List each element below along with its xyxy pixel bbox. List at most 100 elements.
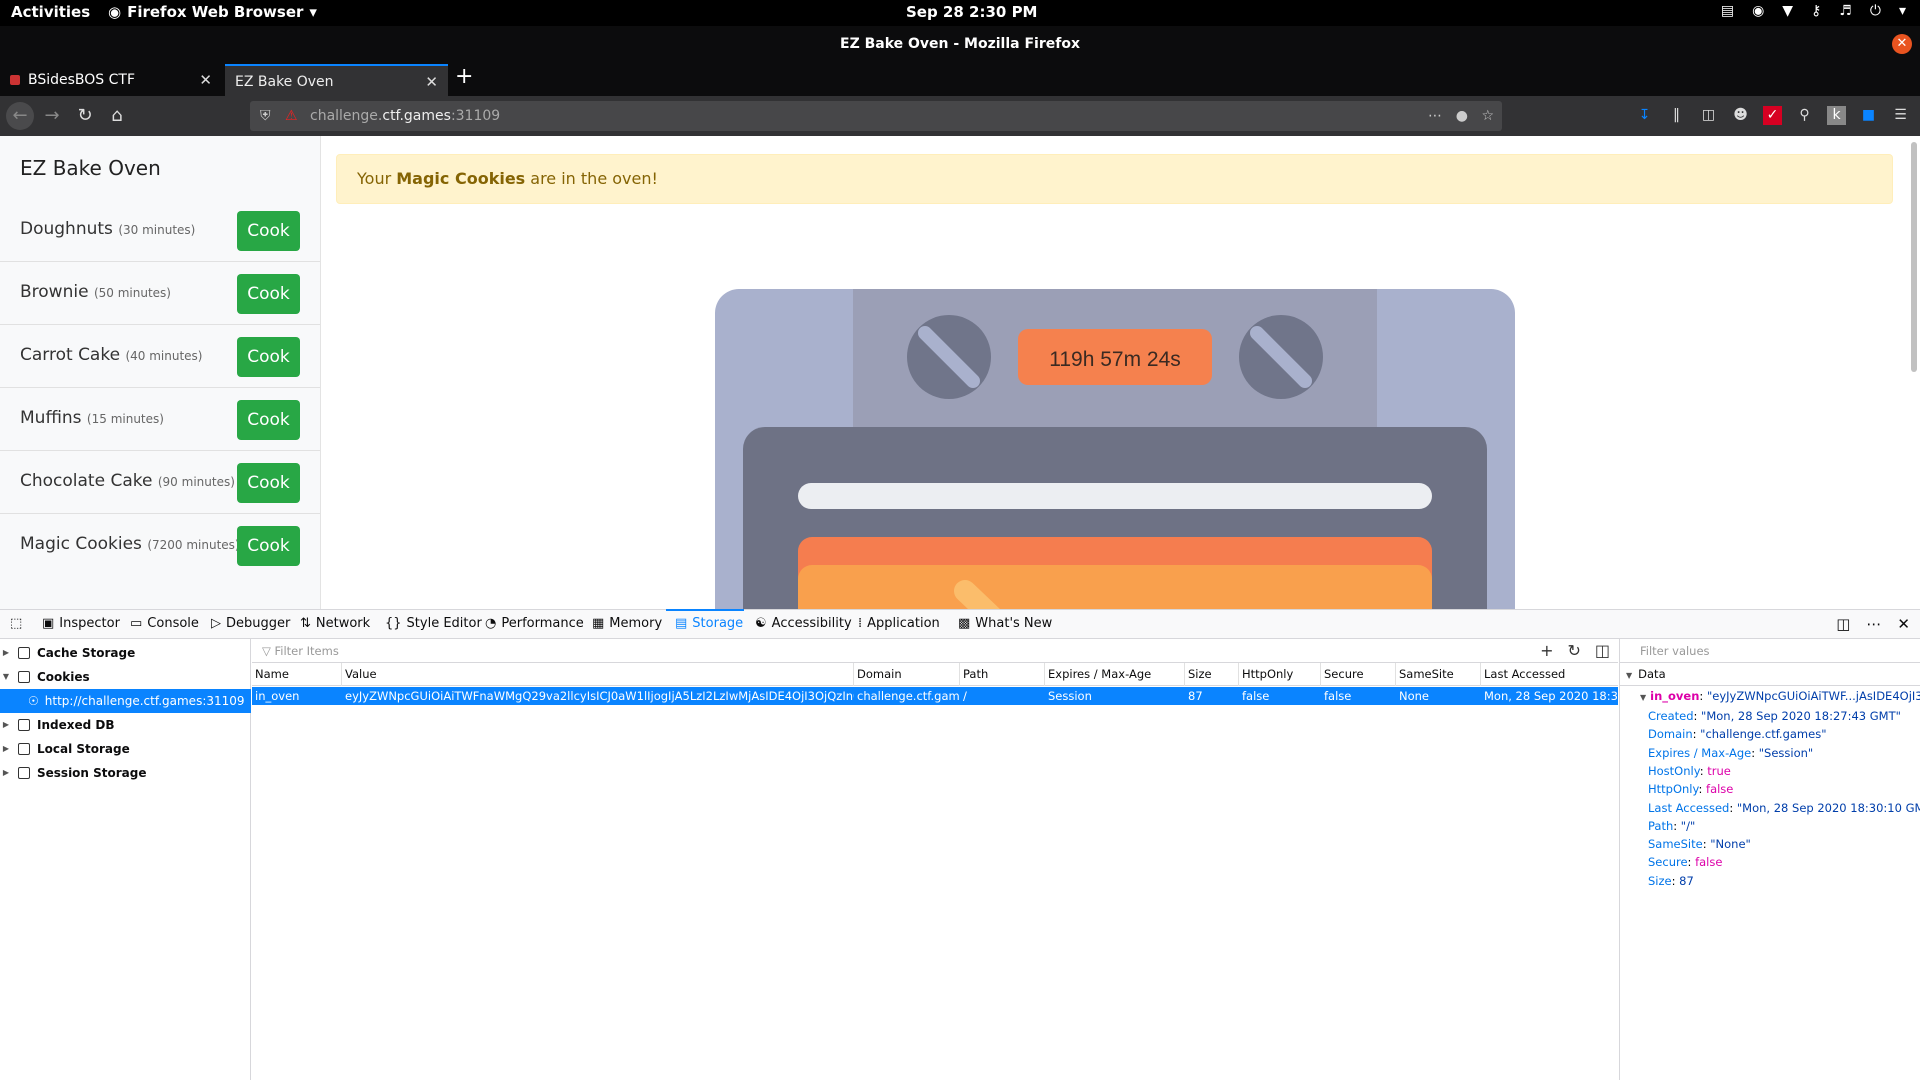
tab-inspector[interactable]: ▣ Inspector (42, 616, 120, 631)
cook-button[interactable]: Cook (237, 526, 300, 566)
cell-expires[interactable]: Session (1045, 687, 1185, 705)
property-row[interactable]: SameSite: "None" (1648, 835, 1751, 853)
downloads-icon[interactable]: ↧ (1635, 106, 1654, 125)
hamburger-menu-icon[interactable]: ☰ (1891, 106, 1910, 125)
url-text[interactable]: challenge.ctf.games:31109 (310, 101, 500, 131)
tab-bsidesbos[interactable]: BSidesBOS CTF ✕ (0, 64, 222, 96)
toggle-sidebar-icon[interactable]: ◫ (1595, 639, 1610, 663)
forward-button[interactable]: → (38, 102, 66, 130)
column-header[interactable]: Secure (1321, 663, 1396, 686)
back-button[interactable]: ← (6, 102, 34, 130)
collapse-arrow-icon[interactable]: ▼ (1640, 693, 1646, 702)
system-tray[interactable]: ▤ ◉ ▼ ⚷ ♬ ⏻ ▾ (1721, 3, 1906, 19)
column-header[interactable]: Path (960, 663, 1045, 686)
column-header[interactable]: Value (342, 663, 854, 686)
column-header[interactable]: Last Accessed (1481, 663, 1618, 686)
root-property[interactable]: ▼ in_oven: "eyJyZWNpcGUiOiAiTWF...jAsIDE4… (1640, 689, 1920, 703)
cook-button[interactable]: Cook (237, 274, 300, 314)
column-header[interactable]: Expires / Max-Age (1045, 663, 1185, 686)
filter-values-input[interactable]: Filter values (1620, 639, 1920, 663)
expand-arrow-icon[interactable]: ▶ (0, 761, 12, 785)
close-tab-icon[interactable]: ✕ (425, 66, 438, 98)
extension-k-icon[interactable]: k (1827, 106, 1846, 125)
tab-style-editor[interactable]: {} Style Editor (385, 616, 482, 631)
activities-button[interactable]: Activities (11, 3, 90, 21)
property-row[interactable]: HttpOnly: false (1648, 780, 1733, 798)
tab-accessibility[interactable]: ☯ Accessibility (755, 616, 852, 631)
dock-icon[interactable]: ◫ (1836, 615, 1850, 633)
column-header[interactable]: Name (252, 663, 342, 686)
page-actions-icon[interactable]: ⋯ (1428, 101, 1442, 131)
collapse-arrow-icon[interactable]: ▼ (1626, 671, 1632, 680)
tree-item-cookie-host[interactable]: ☉ http://challenge.ctf.games:31109 (0, 689, 251, 713)
extension-red-icon[interactable]: ✓ (1763, 106, 1782, 125)
clipboard-icon[interactable]: ▤ (1721, 3, 1734, 19)
property-row[interactable]: Last Accessed: "Mon, 28 Sep 2020 18:30:1… (1648, 799, 1920, 817)
reload-button[interactable]: ↻ (71, 102, 99, 130)
property-row[interactable]: HostOnly: true (1648, 762, 1731, 780)
property-row[interactable]: Created: "Mon, 28 Sep 2020 18:27:43 GMT" (1648, 707, 1901, 725)
extension-badge-icon[interactable]: ■ (1859, 106, 1878, 125)
expand-arrow-icon[interactable]: ▶ (0, 641, 12, 665)
expand-arrow-icon[interactable]: ▶ (0, 713, 12, 737)
bookmark-star-icon[interactable]: ☆ (1481, 101, 1494, 131)
home-button[interactable]: ⌂ (103, 102, 131, 130)
cook-button[interactable]: Cook (237, 463, 300, 503)
column-header[interactable]: Domain (854, 663, 960, 686)
filter-items-input[interactable]: Filter Items (275, 644, 339, 658)
tree-item-session-storage[interactable]: ▶ Session Storage (0, 761, 251, 785)
cell-path[interactable]: / (960, 687, 1045, 705)
data-section-header[interactable]: ▼ Data (1620, 663, 1920, 686)
discord-icon[interactable]: ◉ (1752, 3, 1764, 19)
cell-value[interactable]: eyJyZWNpcGUiOiAiTWFnaWMgQ29va2llcyIsICJ0… (342, 687, 854, 705)
close-devtools-icon[interactable]: ✕ (1897, 615, 1910, 633)
more-options-icon[interactable]: ⋯ (1866, 615, 1881, 633)
filter-items-bar[interactable]: ▽ Filter Items + ↻ ◫ (252, 639, 1618, 663)
new-tab-button[interactable]: + (455, 64, 473, 89)
tree-item-cache-storage[interactable]: ▶ Cache Storage (0, 641, 251, 665)
cell-name[interactable]: in_oven (252, 687, 342, 705)
collapse-arrow-icon[interactable]: ▼ (0, 665, 12, 689)
column-header[interactable]: Size (1185, 663, 1239, 686)
refresh-icon[interactable]: ↻ (1567, 639, 1580, 663)
insecure-lock-icon[interactable]: ⚠ (285, 101, 298, 131)
library-icon[interactable]: ‖ (1667, 106, 1686, 125)
tab-ez-bake-oven[interactable]: EZ Bake Oven ✕ (225, 64, 448, 96)
property-row[interactable]: Domain: "challenge.ctf.games" (1648, 725, 1827, 743)
close-window-button[interactable]: ✕ (1892, 34, 1912, 54)
tab-whats-new[interactable]: ▩ What's New (958, 616, 1052, 631)
extension-search-icon[interactable]: ⚲ (1795, 106, 1814, 125)
cell-httponly[interactable]: false (1239, 687, 1321, 705)
cell-domain[interactable]: challenge.ctf.gam... (854, 687, 960, 705)
add-item-icon[interactable]: + (1540, 639, 1553, 663)
tree-item-cookies[interactable]: ▼ Cookies (0, 665, 251, 689)
cook-button[interactable]: Cook (237, 211, 300, 251)
url-bar[interactable]: ⛨ ⚠ challenge.ctf.games:31109 ⋯ ● ☆ (250, 101, 1502, 131)
clock[interactable]: Sep 28 2:30 PM (906, 3, 1037, 21)
page-scrollbar[interactable] (1911, 142, 1917, 372)
property-row[interactable]: Secure: false (1648, 853, 1722, 871)
account-icon[interactable]: ☻ (1731, 106, 1750, 125)
tab-console[interactable]: ▭ Console (130, 616, 199, 631)
tab-storage[interactable]: ▤ Storage (675, 616, 743, 631)
tab-network[interactable]: ⇅ Network (300, 616, 370, 631)
tree-item-local-storage[interactable]: ▶ Local Storage (0, 737, 251, 761)
column-header[interactable]: HttpOnly (1239, 663, 1321, 686)
cook-button[interactable]: Cook (237, 400, 300, 440)
cell-size[interactable]: 87 (1185, 687, 1239, 705)
shield-icon[interactable]: ⛨ (260, 101, 271, 131)
pocket-icon[interactable]: ● (1456, 101, 1468, 131)
close-tab-icon[interactable]: ✕ (199, 64, 212, 96)
cell-samesite[interactable]: None (1396, 687, 1481, 705)
expand-arrow-icon[interactable]: ▶ (0, 737, 12, 761)
property-row[interactable]: Expires / Max-Age: "Session" (1648, 744, 1813, 762)
column-header[interactable]: SameSite (1396, 663, 1481, 686)
element-picker-icon[interactable]: ⬚ (10, 616, 22, 631)
property-row[interactable]: Size: 87 (1648, 872, 1694, 890)
tree-item-indexed-db[interactable]: ▶ Indexed DB (0, 713, 251, 737)
cook-button[interactable]: Cook (237, 337, 300, 377)
tab-application[interactable]: ⁞ Application (858, 616, 940, 631)
cell-last-accessed[interactable]: Mon, 28 Sep 2020 18:30:1... (1481, 687, 1618, 705)
cell-secure[interactable]: false (1321, 687, 1396, 705)
tab-performance[interactable]: ◔ Performance (485, 616, 584, 631)
